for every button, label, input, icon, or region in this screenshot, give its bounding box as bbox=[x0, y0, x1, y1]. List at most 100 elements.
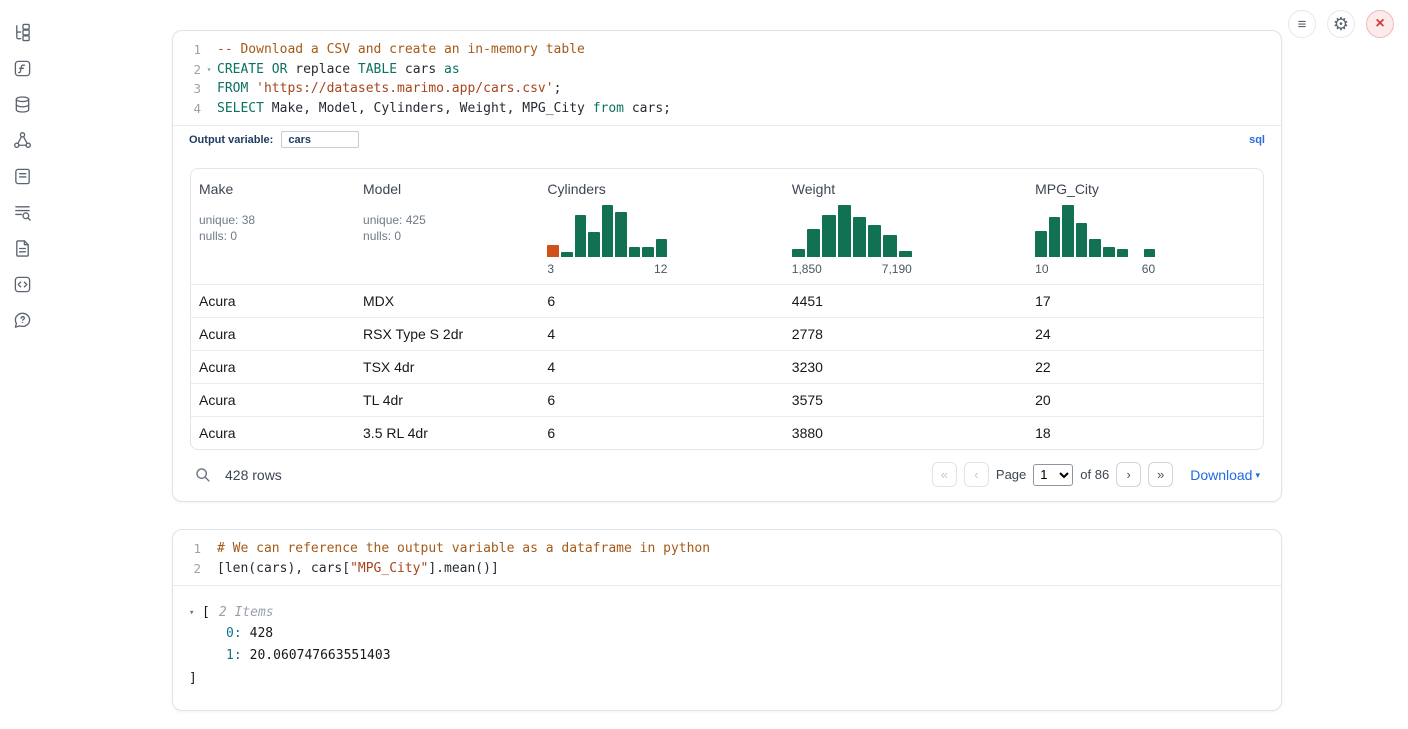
output-variable-label: Output variable: bbox=[189, 134, 273, 146]
code-line: 2[len(cars), cars["MPG_City"].mean()] bbox=[173, 559, 1281, 579]
documentation-icon[interactable] bbox=[6, 234, 38, 262]
column-header[interactable]: Cylinders312 bbox=[539, 169, 783, 284]
collapse-toggle-icon[interactable]: ▾ bbox=[189, 603, 202, 623]
scratchpad-icon[interactable] bbox=[6, 162, 38, 190]
histogram-bar bbox=[1076, 223, 1088, 257]
table-cell: 22 bbox=[1027, 351, 1263, 383]
code-line: 4SELECT Make, Model, Cylinders, Weight, … bbox=[173, 99, 1281, 119]
file-explorer-icon[interactable] bbox=[6, 18, 38, 46]
search-icon[interactable] bbox=[194, 466, 211, 483]
logs-icon[interactable] bbox=[6, 198, 38, 226]
shutdown-button[interactable]: × bbox=[1366, 10, 1394, 38]
page-label: Page bbox=[996, 467, 1026, 482]
code-line: 1# We can reference the output variable … bbox=[173, 539, 1281, 559]
column-histogram: 1060 bbox=[1035, 205, 1155, 276]
data-table: Make unique: 38nulls: 0 Model unique: 425nu… bbox=[190, 168, 1264, 450]
table-header-row: Make unique: 38nulls: 0 Model unique: 425nu… bbox=[191, 169, 1263, 284]
entry-key: 1: bbox=[226, 648, 242, 663]
histogram-bar bbox=[807, 229, 820, 257]
table-cell: TL 4dr bbox=[355, 384, 539, 416]
table-footer: 428 rows « ‹ Page 1 of 86 › » Download ▾ bbox=[190, 450, 1264, 497]
column-header[interactable]: Model unique: 425nulls: 0 bbox=[355, 169, 539, 284]
line-number: 1 bbox=[173, 40, 217, 60]
python-cell-output: ▾ [ 2 Items 0:4281:20.060747663551403 ] bbox=[173, 585, 1281, 710]
variables-icon[interactable] bbox=[6, 54, 38, 82]
table-cell: 3230 bbox=[784, 351, 1027, 383]
histogram-bar bbox=[547, 245, 559, 257]
column-header[interactable]: Make unique: 38nulls: 0 bbox=[191, 169, 355, 284]
output-entries: 0:4281:20.060747663551403 bbox=[189, 623, 1265, 667]
next-page-button[interactable]: › bbox=[1116, 462, 1141, 487]
table-cell: 2778 bbox=[784, 318, 1027, 350]
column-header[interactable]: MPG_City1060 bbox=[1027, 169, 1263, 284]
page-total: of 86 bbox=[1080, 467, 1109, 482]
table-cell: 3880 bbox=[784, 417, 1027, 449]
sql-cell-output: Make unique: 38nulls: 0 Model unique: 425nu… bbox=[173, 153, 1281, 501]
histogram-bar bbox=[602, 205, 614, 257]
output-variable-bar: Output variable: sql bbox=[173, 125, 1281, 153]
histogram-bar bbox=[1035, 231, 1047, 257]
table-cell: 17 bbox=[1027, 285, 1263, 317]
table-cell: 6 bbox=[539, 384, 783, 416]
chat-icon[interactable] bbox=[6, 306, 38, 334]
table-cell: TSX 4dr bbox=[355, 351, 539, 383]
sql-cell: 1-- Download a CSV and create an in-memo… bbox=[172, 30, 1282, 502]
table-cell: 4451 bbox=[784, 285, 1027, 317]
download-button[interactable]: Download ▾ bbox=[1190, 467, 1260, 483]
histogram-min-label: 10 bbox=[1035, 262, 1048, 276]
dependency-graph-icon[interactable] bbox=[6, 126, 38, 154]
output-entry: 1: 20.060747663551403 bbox=[226, 645, 1265, 667]
histogram-max-label: 7,190 bbox=[882, 262, 912, 276]
settings-button[interactable]: ⚙ bbox=[1327, 10, 1355, 38]
column-header[interactable]: Weight1,8507,190 bbox=[784, 169, 1027, 284]
table-row: AcuraMDX6445117 bbox=[191, 284, 1263, 317]
first-page-button[interactable]: « bbox=[932, 462, 957, 487]
sql-code-editor[interactable]: 1-- Download a CSV and create an in-memo… bbox=[173, 31, 1281, 125]
histogram-max-label: 12 bbox=[654, 262, 667, 276]
table-cell: Acura bbox=[191, 351, 355, 383]
histogram-bar bbox=[629, 247, 641, 257]
histogram-bar bbox=[656, 239, 668, 257]
last-page-icon: » bbox=[1157, 467, 1164, 482]
helper-panel-sidebar bbox=[0, 18, 44, 334]
menu-button[interactable]: ≡ bbox=[1288, 10, 1316, 38]
table-cell: Acura bbox=[191, 285, 355, 317]
column-label: Make bbox=[199, 181, 349, 197]
first-page-icon: « bbox=[941, 467, 948, 482]
entry-value: 428 bbox=[250, 626, 273, 641]
table-cell: 4 bbox=[539, 318, 783, 350]
snippets-icon[interactable] bbox=[6, 270, 38, 298]
hamburger-menu-icon: ≡ bbox=[1298, 16, 1307, 33]
table-cell: 4 bbox=[539, 351, 783, 383]
column-stats: unique: 425nulls: 0 bbox=[363, 212, 533, 244]
fold-toggle-icon[interactable]: ▾ bbox=[201, 60, 217, 80]
histogram-bar bbox=[822, 215, 835, 257]
line-number: 2 bbox=[173, 559, 217, 579]
histogram-bar bbox=[575, 215, 587, 257]
prev-page-button[interactable]: ‹ bbox=[964, 462, 989, 487]
python-code-editor[interactable]: 1# We can reference the output variable … bbox=[173, 530, 1281, 585]
datasources-icon[interactable] bbox=[6, 90, 38, 118]
top-actions: ≡ ⚙ × bbox=[1288, 10, 1394, 38]
output-variable-input[interactable] bbox=[281, 131, 359, 148]
gear-icon: ⚙ bbox=[1333, 14, 1349, 35]
page-select[interactable]: 1 bbox=[1033, 464, 1073, 486]
last-page-button[interactable]: » bbox=[1148, 462, 1173, 487]
histogram-bar bbox=[1144, 249, 1156, 257]
chevron-down-icon: ▾ bbox=[1255, 470, 1260, 481]
table-cell: Acura bbox=[191, 318, 355, 350]
table-body: AcuraMDX6445117AcuraRSX Type S 2dr427782… bbox=[191, 284, 1263, 449]
open-bracket: [ bbox=[202, 603, 210, 623]
histogram-bar bbox=[642, 247, 654, 257]
column-label: Model bbox=[363, 181, 533, 197]
items-count-label: 2 Items bbox=[219, 603, 274, 623]
histogram-bar bbox=[1049, 217, 1061, 257]
histogram-bar bbox=[561, 252, 573, 257]
histogram-bar bbox=[899, 251, 912, 257]
close-icon: × bbox=[1375, 15, 1384, 33]
column-stats: unique: 38nulls: 0 bbox=[199, 212, 349, 244]
row-count: 428 rows bbox=[225, 467, 282, 483]
close-bracket: ] bbox=[189, 668, 1265, 690]
entry-value: 20.060747663551403 bbox=[250, 648, 391, 663]
histogram-bar bbox=[868, 225, 881, 257]
